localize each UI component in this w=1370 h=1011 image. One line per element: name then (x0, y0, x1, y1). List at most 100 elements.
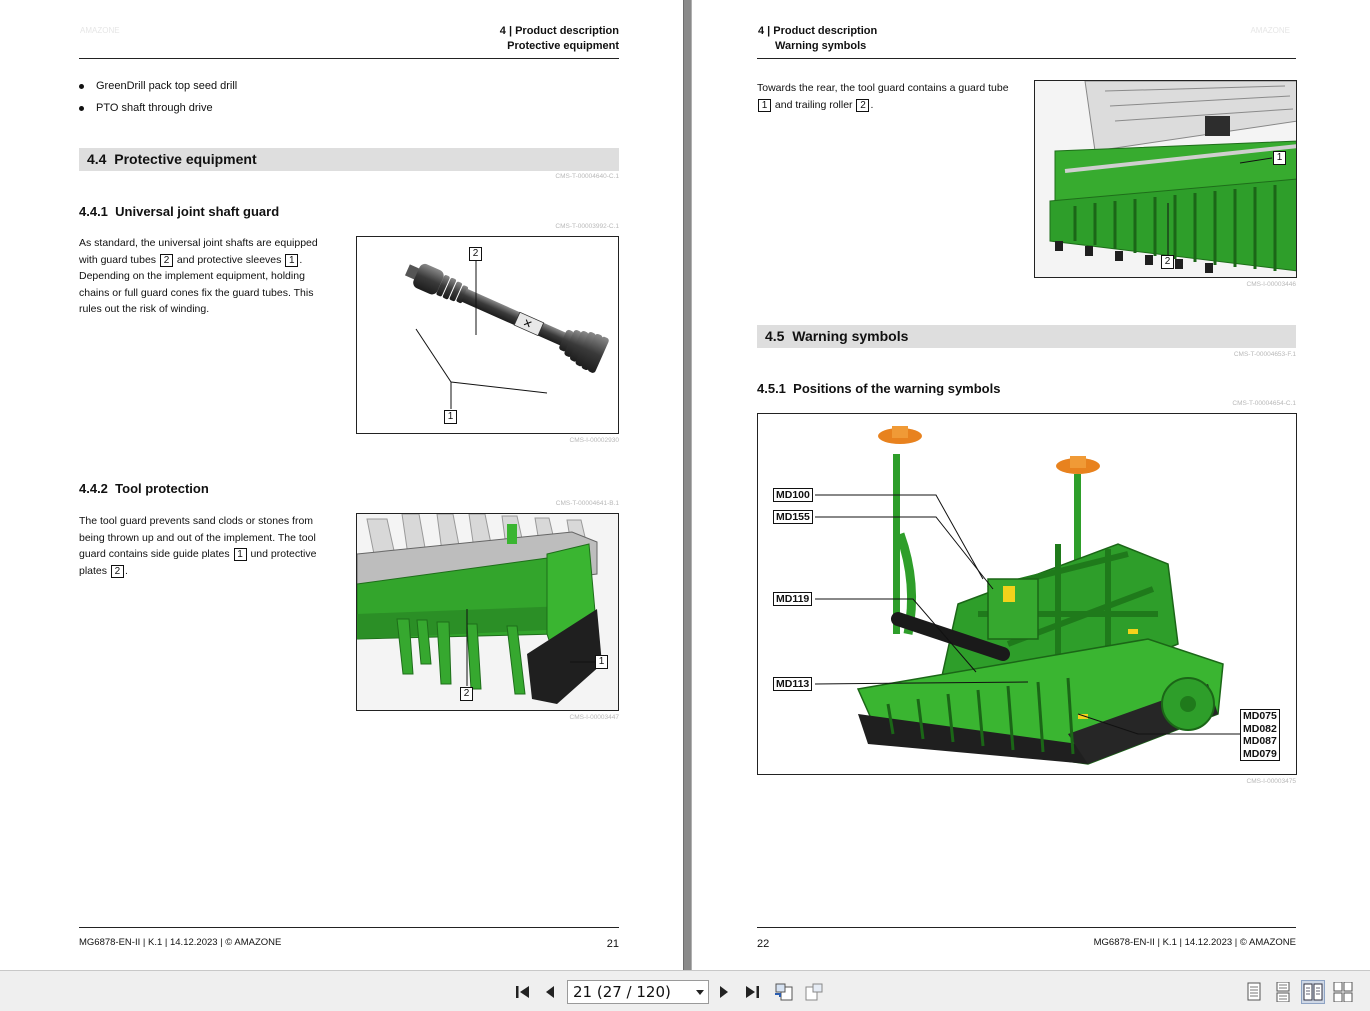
go-back-button[interactable] (771, 979, 797, 1005)
subsection-heading: 4.4.1 Universal joint shaft guard (79, 204, 279, 219)
continuous-view-button[interactable] (1271, 980, 1295, 1004)
header-chapter: 4 | Product description (499, 25, 619, 37)
warning-label-md075: MD075 (1243, 710, 1277, 722)
warning-label-md119: MD119 (773, 592, 813, 606)
callout-2: 2 (460, 687, 473, 701)
warning-label-md113: MD113 (773, 677, 813, 691)
warning-label-stack: MD075 MD082 MD087 MD079 (1240, 709, 1280, 761)
subsection-title: Positions of the warning symbols (793, 381, 1001, 396)
callout-2: 2 (469, 247, 482, 261)
callout-2: 2 (1161, 255, 1174, 269)
warning-symbols-figure: MD100 MD155 MD119 MD113 MD075 MD082 MD08… (757, 413, 1297, 775)
figure-ref: CMS-I-00003446 (1246, 281, 1297, 288)
item-number: 1 (233, 548, 247, 561)
figure-ref: CMS-I-00003475 (1246, 778, 1297, 785)
section-title: Warning symbols (792, 328, 909, 344)
callout-1: 1 (595, 655, 608, 669)
page-22: 4 | Product description Warning symbols … (692, 0, 1370, 970)
go-forward-button[interactable] (801, 979, 827, 1005)
page-21: AMAZONE 4 | Product description Protecti… (0, 0, 683, 970)
last-page-icon (746, 986, 759, 998)
item-number: 2 (110, 564, 124, 578)
text-segment: and trailing roller (774, 98, 853, 111)
section-heading: 4.4 Protective equipment (79, 148, 619, 171)
single-page-view-icon (1247, 982, 1261, 1001)
pto-shaft-figure: ✕ 2 1 (356, 236, 619, 434)
document-viewport[interactable]: AMAZONE 4 | Product description Protecti… (0, 0, 1370, 970)
figure-ref: CMS-I-00003447 (569, 714, 620, 721)
section-number: 4.5 (765, 328, 785, 344)
warning-label-md087: MD087 (1243, 735, 1277, 747)
footer-rule (757, 927, 1296, 928)
text-segment: and protective sleeves (176, 253, 282, 266)
warning-label-md079: MD079 (1243, 747, 1277, 760)
header-section: Protective equipment (507, 40, 619, 52)
previous-page-button[interactable] (540, 979, 560, 1005)
item-number: 2 (159, 253, 173, 267)
section-ref: CMS-T-00004653-F.1 (1233, 351, 1296, 358)
warning-label-md155: MD155 (773, 510, 813, 524)
tool-guard-drawing (357, 514, 618, 710)
paragraph: Towards the rear, the tool guard contain… (757, 80, 1012, 113)
paragraph: The tool guard prevents sand clods or st… (79, 513, 334, 579)
next-page-button[interactable] (714, 979, 734, 1005)
subsection-number: 4.4.2 (79, 481, 108, 496)
subsection-ref: CMS-T-00003992-C.1 (555, 223, 619, 230)
subsection-ref: CMS-T-00004654-C.1 (1232, 400, 1296, 407)
header-ghost-text: AMAZONE (1250, 26, 1290, 35)
subsection-heading: 4.5.1 Positions of the warning symbols (757, 381, 1000, 396)
go-forward-icon (805, 983, 823, 1001)
section-heading: 4.5 Warning symbols (757, 325, 1296, 348)
header-section: Warning symbols (775, 40, 867, 52)
first-page-icon (516, 986, 529, 998)
section-ref: CMS-T-00004640-C.1 (555, 173, 619, 180)
last-page-button[interactable] (741, 979, 765, 1005)
header-rule (79, 58, 619, 59)
subsection-title: Universal joint shaft guard (115, 204, 280, 219)
footer-doc-info: MG6878-EN-II | K.1 | 14.12.2023 | © AMAZ… (1093, 937, 1296, 948)
text-segment: . (870, 98, 874, 111)
text-segment: . (124, 564, 128, 577)
next-page-icon (720, 986, 728, 998)
machine-drawing (814, 426, 1240, 765)
continuous-view-icon (1276, 982, 1290, 1002)
subsection-number: 4.5.1 (757, 381, 786, 396)
subsection-heading: 4.4.2 Tool protection (79, 481, 209, 496)
item-number: 1 (285, 253, 299, 267)
paragraph: As standard, the universal joint shafts … (79, 235, 334, 318)
page-header: 4 | Product description Warning symbols (758, 24, 877, 54)
continuous-facing-view-icon (1333, 982, 1353, 1002)
single-page-view-button[interactable] (1242, 980, 1266, 1004)
bullet-list: GreenDrill pack top seed drill PTO shaft… (79, 75, 237, 119)
pto-shaft-drawing: ✕ (405, 261, 609, 409)
item-number: 2 (856, 98, 870, 112)
item-number: 1 (758, 98, 771, 112)
rear-guard-drawing (1035, 81, 1296, 277)
page-number: 21 (606, 938, 619, 950)
facing-pages-view-icon (1303, 983, 1323, 1001)
page-number-select[interactable]: 21 (27 / 120) (567, 980, 709, 1004)
callout-1: 1 (1273, 151, 1286, 165)
subsection-title: Tool protection (115, 481, 209, 496)
subsection-number: 4.4.1 (79, 204, 108, 219)
continuous-facing-view-button[interactable] (1331, 980, 1355, 1004)
warning-label-md100: MD100 (773, 488, 813, 502)
rear-guard-figure: 1 2 (1034, 80, 1297, 278)
bullet-item: PTO shaft through drive (79, 97, 237, 119)
first-page-button[interactable] (510, 979, 534, 1005)
callout-1: 1 (444, 410, 457, 424)
facing-pages-view-button[interactable] (1301, 980, 1325, 1004)
header-ghost-text: AMAZONE (80, 26, 120, 35)
page-header: 4 | Product description Protective equip… (500, 24, 619, 54)
viewer-toolbar: 21 (27 / 120) (0, 970, 1370, 1011)
subsection-ref: CMS-T-00004641-B.1 (555, 500, 619, 507)
page-number: 22 (757, 938, 770, 950)
header-rule (757, 58, 1296, 59)
chevron-down-icon (696, 990, 704, 995)
page-gutter (683, 0, 692, 970)
warning-label-md082: MD082 (1243, 722, 1277, 735)
section-number: 4.4 (87, 151, 107, 167)
bullet-item: GreenDrill pack top seed drill (79, 75, 237, 97)
previous-page-icon (546, 986, 554, 998)
header-chapter: 4 | Product description (758, 25, 878, 37)
